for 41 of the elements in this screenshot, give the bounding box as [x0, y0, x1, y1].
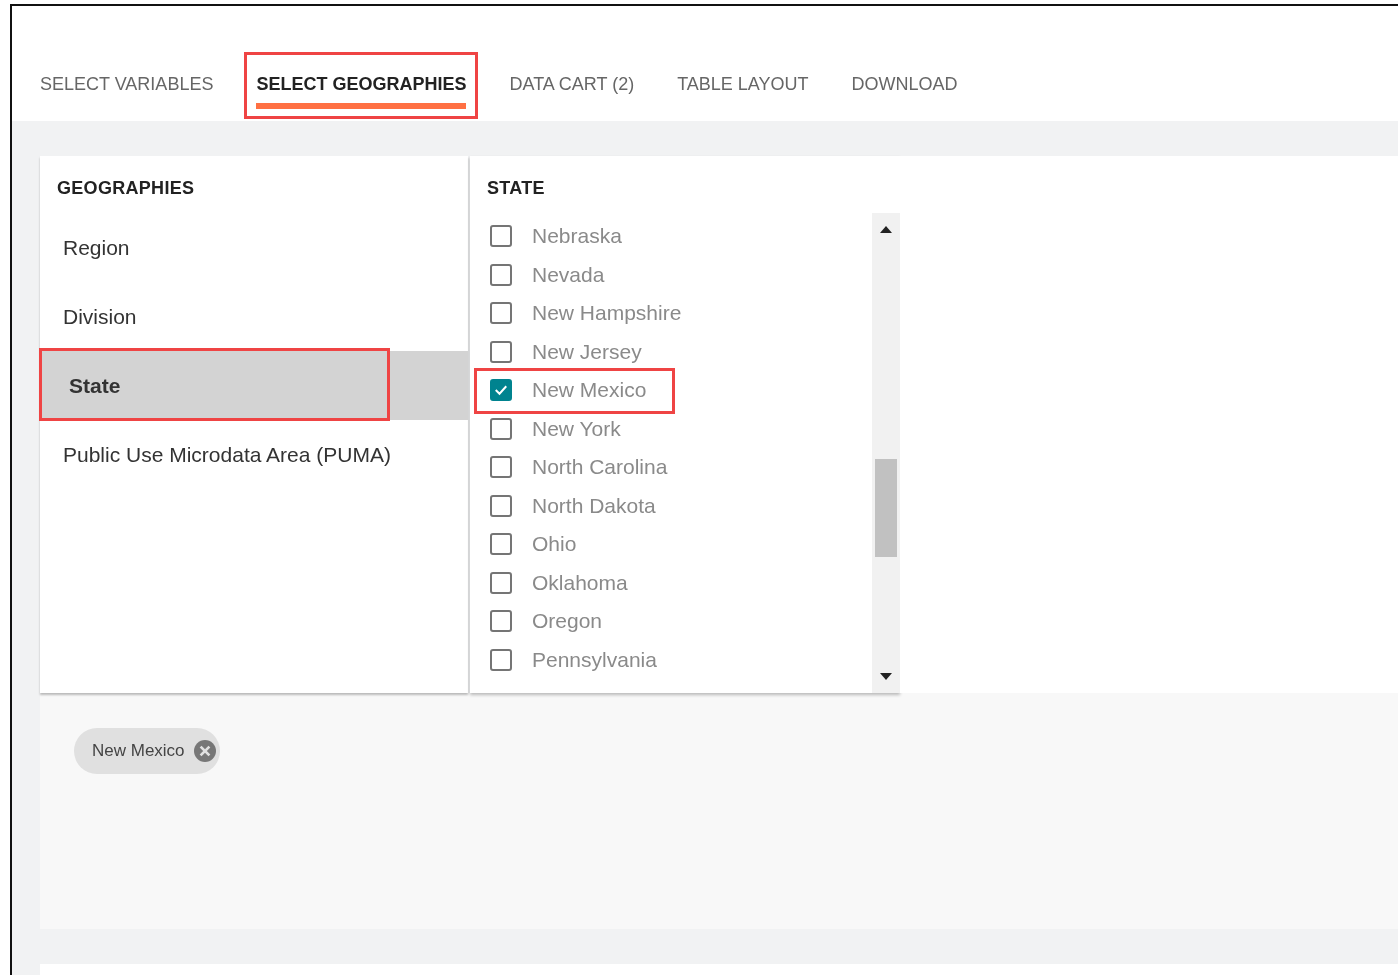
state-label[interactable]: New Mexico: [532, 378, 647, 403]
column-heading: STATE: [486, 177, 546, 200]
checkbox[interactable]: [490, 225, 512, 248]
geography-item[interactable]: Division: [40, 282, 468, 351]
checkbox[interactable]: [490, 533, 512, 556]
checkbox[interactable]: [490, 263, 512, 286]
chip-label: New Mexico: [92, 741, 185, 761]
checkbox[interactable]: [490, 456, 512, 479]
tab[interactable]: DOWNLOAD: [841, 54, 968, 117]
state-label[interactable]: North Carolina: [532, 455, 668, 480]
tab[interactable]: DATA CART (2): [499, 54, 645, 117]
state-label[interactable]: North Dakota: [532, 493, 656, 518]
remove-icon[interactable]: [193, 740, 216, 762]
state-label[interactable]: New Hampshire: [532, 301, 682, 326]
checkbox[interactable]: [490, 648, 512, 671]
state-label[interactable]: Ohio: [532, 532, 577, 557]
state-label[interactable]: Nevada: [532, 262, 605, 287]
checkbox[interactable]: [490, 494, 512, 517]
checkbox[interactable]: [490, 610, 512, 633]
checkbox[interactable]: [490, 379, 512, 402]
state-label[interactable]: New York: [532, 416, 621, 441]
scrollbar-thumb[interactable]: [875, 459, 897, 557]
tab[interactable]: SELECT VARIABLES: [30, 54, 224, 117]
scrollbar[interactable]: [872, 213, 900, 693]
checkbox[interactable]: [490, 571, 512, 594]
column-heading: GEOGRAPHIES: [56, 177, 196, 200]
checkbox[interactable]: [490, 340, 512, 363]
state-label[interactable]: Nebraska: [532, 224, 622, 249]
geography-item[interactable]: State: [40, 351, 468, 420]
scroll-down-icon[interactable]: [880, 673, 892, 681]
scroll-up-icon[interactable]: [880, 225, 892, 233]
checkbox[interactable]: [490, 302, 512, 325]
geography-item[interactable]: Region: [40, 213, 468, 282]
tab[interactable]: SELECT GEOGRAPHIES: [246, 54, 477, 117]
checkbox[interactable]: [490, 417, 512, 440]
tab[interactable]: TABLE LAYOUT: [667, 54, 819, 117]
state-label[interactable]: Oklahoma: [532, 570, 628, 595]
state-label[interactable]: New Jersey: [532, 339, 642, 364]
geography-item[interactable]: Public Use Microdata Area (PUMA): [40, 420, 468, 489]
state-label[interactable]: Pennsylvania: [532, 647, 657, 672]
state-label[interactable]: Oregon: [532, 609, 603, 634]
